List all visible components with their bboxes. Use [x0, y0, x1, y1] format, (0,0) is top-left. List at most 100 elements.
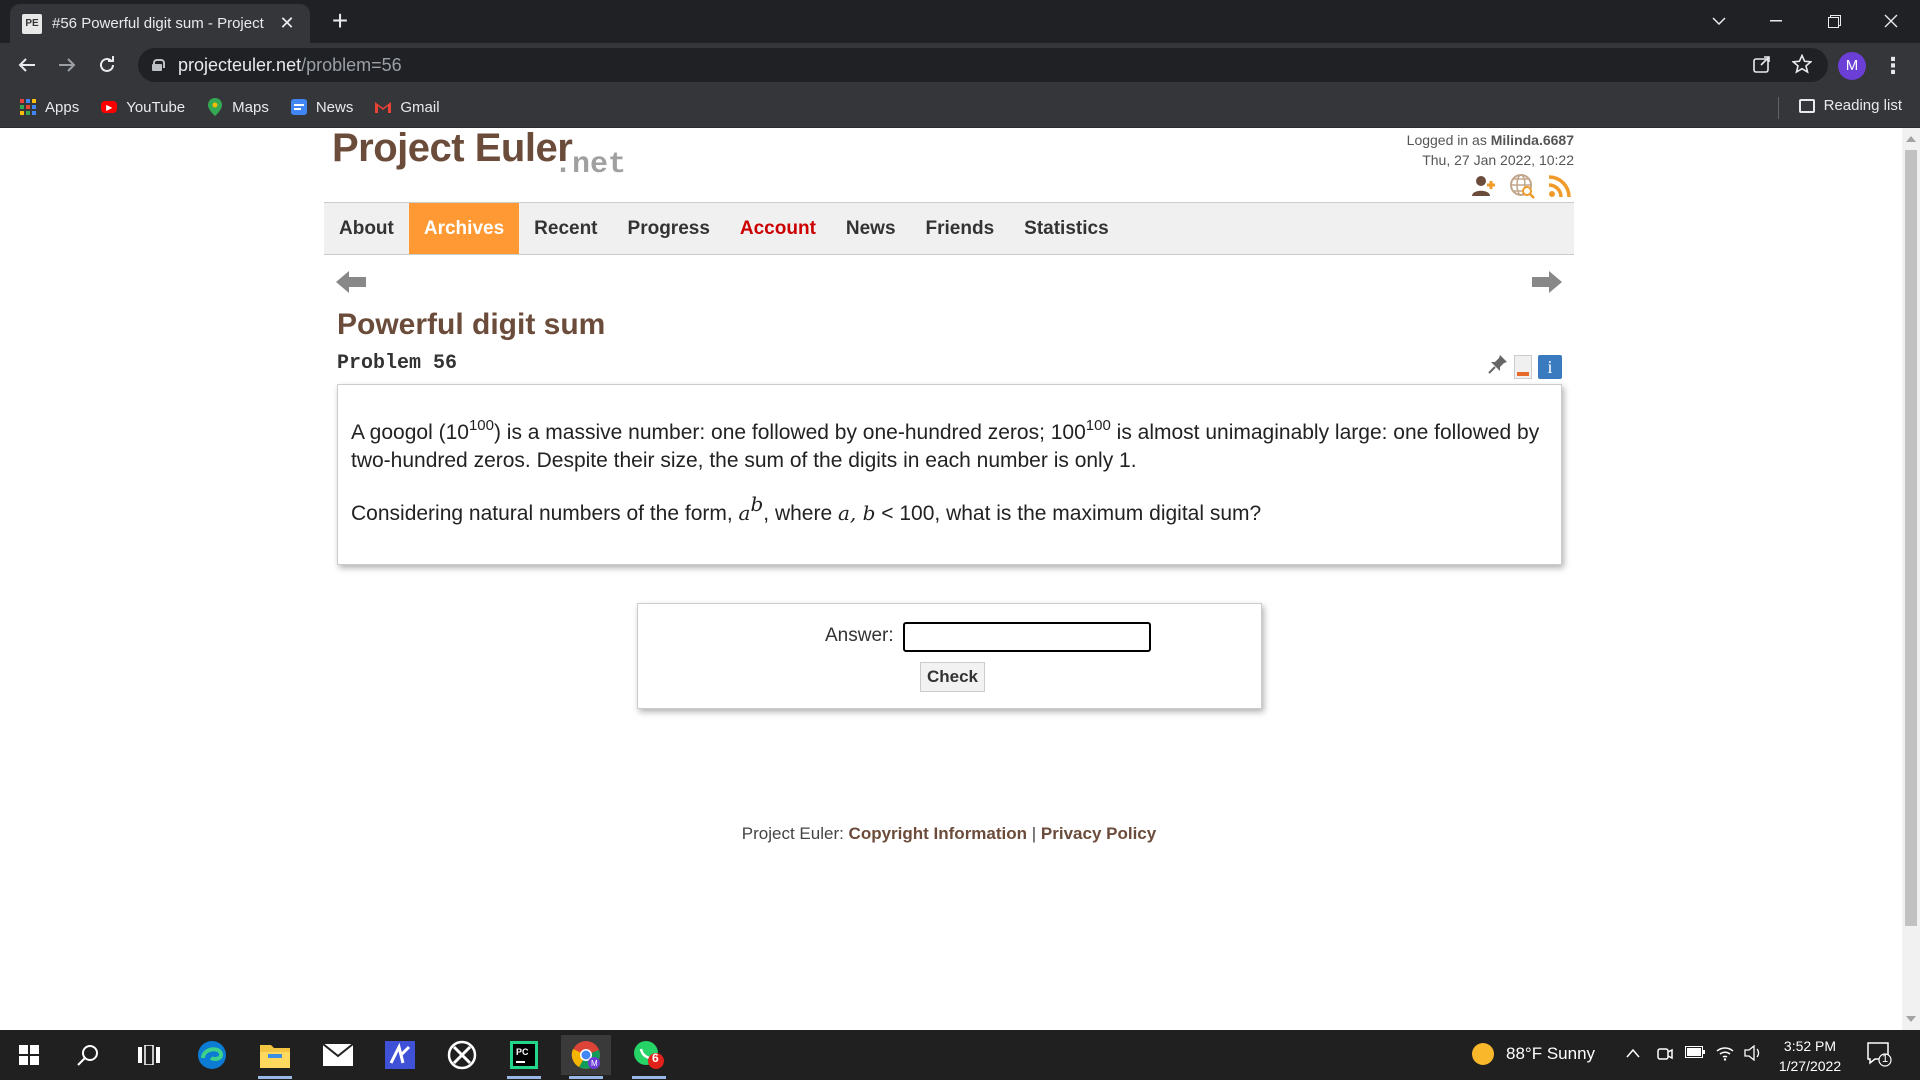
whatsapp-icon[interactable]: 6: [624, 1035, 674, 1079]
page-scrollbar[interactable]: [1902, 128, 1920, 1030]
task-view-icon[interactable]: [124, 1035, 174, 1075]
weather-text: 88°F Sunny: [1506, 1044, 1596, 1063]
reload-icon[interactable]: [92, 50, 122, 80]
weather-widget[interactable]: 88°F Sunny: [1472, 1043, 1595, 1065]
bookmark-youtube[interactable]: ▶ YouTube: [101, 99, 185, 116]
system-clock[interactable]: 3:52 PM 1/27/2022: [1772, 1036, 1848, 1076]
clock-time: 3:52 PM: [1783, 1038, 1837, 1054]
nav-recent[interactable]: Recent: [519, 203, 612, 254]
youtube-icon: ▶: [101, 101, 118, 113]
bookmark-star-icon[interactable]: [1790, 53, 1814, 78]
reading-list-label: Reading list: [1823, 97, 1902, 114]
problem-paragraph-1: A googol (10100) is a massive number: on…: [351, 417, 1540, 472]
edge-browser-icon[interactable]: [187, 1035, 237, 1075]
bookmark-label: Gmail: [400, 98, 440, 116]
browser-toolbar: projecteuler.net/problem=56 M ⋮: [0, 43, 1920, 87]
rss-feed-icon[interactable]: [1546, 172, 1574, 200]
answer-label: Answer:: [825, 625, 894, 646]
tab-title: #56 Powerful digit sum - Project: [52, 15, 264, 32]
login-prefix: Logged in as: [1406, 132, 1491, 148]
bookmark-news[interactable]: News: [290, 98, 354, 116]
next-problem-arrow-icon[interactable]: [1532, 270, 1562, 299]
bookmark-gmail[interactable]: Gmail: [375, 98, 440, 116]
privacy-link[interactable]: Privacy Policy: [1041, 824, 1156, 843]
chrome-menu-icon[interactable]: ⋮: [1882, 53, 1904, 79]
problem-paragraph-2: Considering natural numbers of the form,…: [351, 492, 1262, 525]
windows-start-icon[interactable]: [4, 1035, 54, 1075]
tab-search-icon[interactable]: [1694, 4, 1744, 38]
bookmark-label: Maps: [232, 98, 269, 116]
user-icons: [1470, 172, 1574, 200]
answer-input[interactable]: [903, 622, 1151, 652]
nav-archives[interactable]: Archives: [408, 203, 520, 254]
bookmark-apps[interactable]: Apps: [20, 99, 79, 116]
copyright-link[interactable]: Copyright Information: [849, 824, 1027, 843]
url-path: /problem=56: [301, 54, 402, 75]
bookmarks-bar: Apps ▶ YouTube Maps News Gmail Reading l…: [0, 87, 1920, 128]
apps-grid-icon: [20, 99, 36, 115]
nav-account[interactable]: Account: [725, 203, 831, 254]
page-container: Project Euler .net Logged in as Milinda.…: [324, 128, 1574, 1030]
forward-arrow-icon[interactable]: [52, 50, 82, 80]
url-host: projecteuler.net: [178, 54, 302, 75]
footer-prefix: Project Euler:: [741, 824, 849, 843]
news-icon: [290, 99, 307, 115]
footer-separator: |: [1027, 824, 1041, 843]
scroll-thumb[interactable]: [1905, 150, 1917, 926]
notification-count: 1: [1882, 1053, 1889, 1065]
project-euler-logo[interactable]: Project Euler .net: [332, 128, 626, 182]
restore-button[interactable]: [1809, 4, 1859, 38]
wifi-icon[interactable]: [1716, 1045, 1734, 1065]
search-icon[interactable]: [63, 1035, 113, 1075]
reading-list-icon: [1798, 98, 1815, 113]
add-friend-icon[interactable]: [1470, 172, 1498, 200]
login-info: Logged in as Milinda.6687 Thu, 27 Jan 20…: [1407, 130, 1574, 170]
site-nav: About Archives Recent Progress Account N…: [324, 202, 1574, 255]
sun-icon: [1472, 1043, 1494, 1065]
answer-form: Answer: Check: [637, 603, 1262, 709]
problem-icons: i: [1488, 354, 1562, 379]
browser-tab[interactable]: PE #56 Powerful digit sum - Project ✕: [10, 4, 310, 43]
pin-icon[interactable]: [1488, 354, 1508, 379]
mail-icon[interactable]: [313, 1035, 363, 1075]
svg-text:M: M: [591, 1059, 598, 1068]
close-window-button[interactable]: [1866, 4, 1916, 38]
logo-net-text: .net: [554, 148, 627, 182]
nav-progress[interactable]: Progress: [613, 203, 725, 254]
page-viewport: Project Euler .net Logged in as Milinda.…: [0, 128, 1902, 1030]
meet-now-icon[interactable]: [1656, 1045, 1674, 1067]
tab-close-icon[interactable]: ✕: [276, 13, 298, 34]
back-arrow-icon[interactable]: [12, 50, 42, 80]
html-file-icon[interactable]: [1514, 354, 1532, 379]
visual-studio-icon[interactable]: [375, 1035, 425, 1075]
show-hidden-icons-icon[interactable]: [1626, 1045, 1640, 1062]
bookmark-maps[interactable]: Maps: [207, 98, 269, 116]
file-explorer-icon[interactable]: [250, 1035, 300, 1079]
minimize-button[interactable]: [1751, 4, 1801, 38]
scroll-down-arrow-icon[interactable]: [1906, 1016, 1916, 1022]
notification-center-icon[interactable]: 1: [1866, 1041, 1892, 1067]
scroll-up-arrow-icon[interactable]: [1906, 136, 1916, 142]
new-tab-button[interactable]: +: [325, 6, 355, 36]
volume-icon[interactable]: [1744, 1044, 1762, 1065]
language-globe-icon[interactable]: [1508, 172, 1536, 200]
nav-statistics[interactable]: Statistics: [1009, 203, 1123, 254]
info-icon[interactable]: i: [1538, 354, 1562, 379]
xbox-icon[interactable]: [437, 1035, 487, 1075]
pycharm-icon[interactable]: PC: [499, 1035, 549, 1079]
reading-list-button[interactable]: Reading list: [1798, 97, 1902, 114]
nav-friends[interactable]: Friends: [911, 203, 1010, 254]
page-footer: Project Euler: Copyright Information | P…: [324, 824, 1574, 844]
profile-avatar[interactable]: M: [1838, 52, 1866, 80]
bookmark-label: News: [315, 98, 354, 116]
check-button[interactable]: Check: [920, 662, 985, 692]
previous-problem-arrow-icon[interactable]: [336, 270, 366, 299]
share-icon[interactable]: [1750, 54, 1774, 78]
address-bar[interactable]: projecteuler.net/problem=56: [138, 48, 1828, 82]
nav-about[interactable]: About: [324, 203, 409, 254]
maps-icon: [207, 98, 223, 116]
chrome-icon[interactable]: M: [561, 1035, 611, 1079]
battery-icon[interactable]: [1685, 1045, 1705, 1062]
nav-news[interactable]: News: [831, 203, 911, 254]
lock-icon[interactable]: [152, 59, 165, 71]
